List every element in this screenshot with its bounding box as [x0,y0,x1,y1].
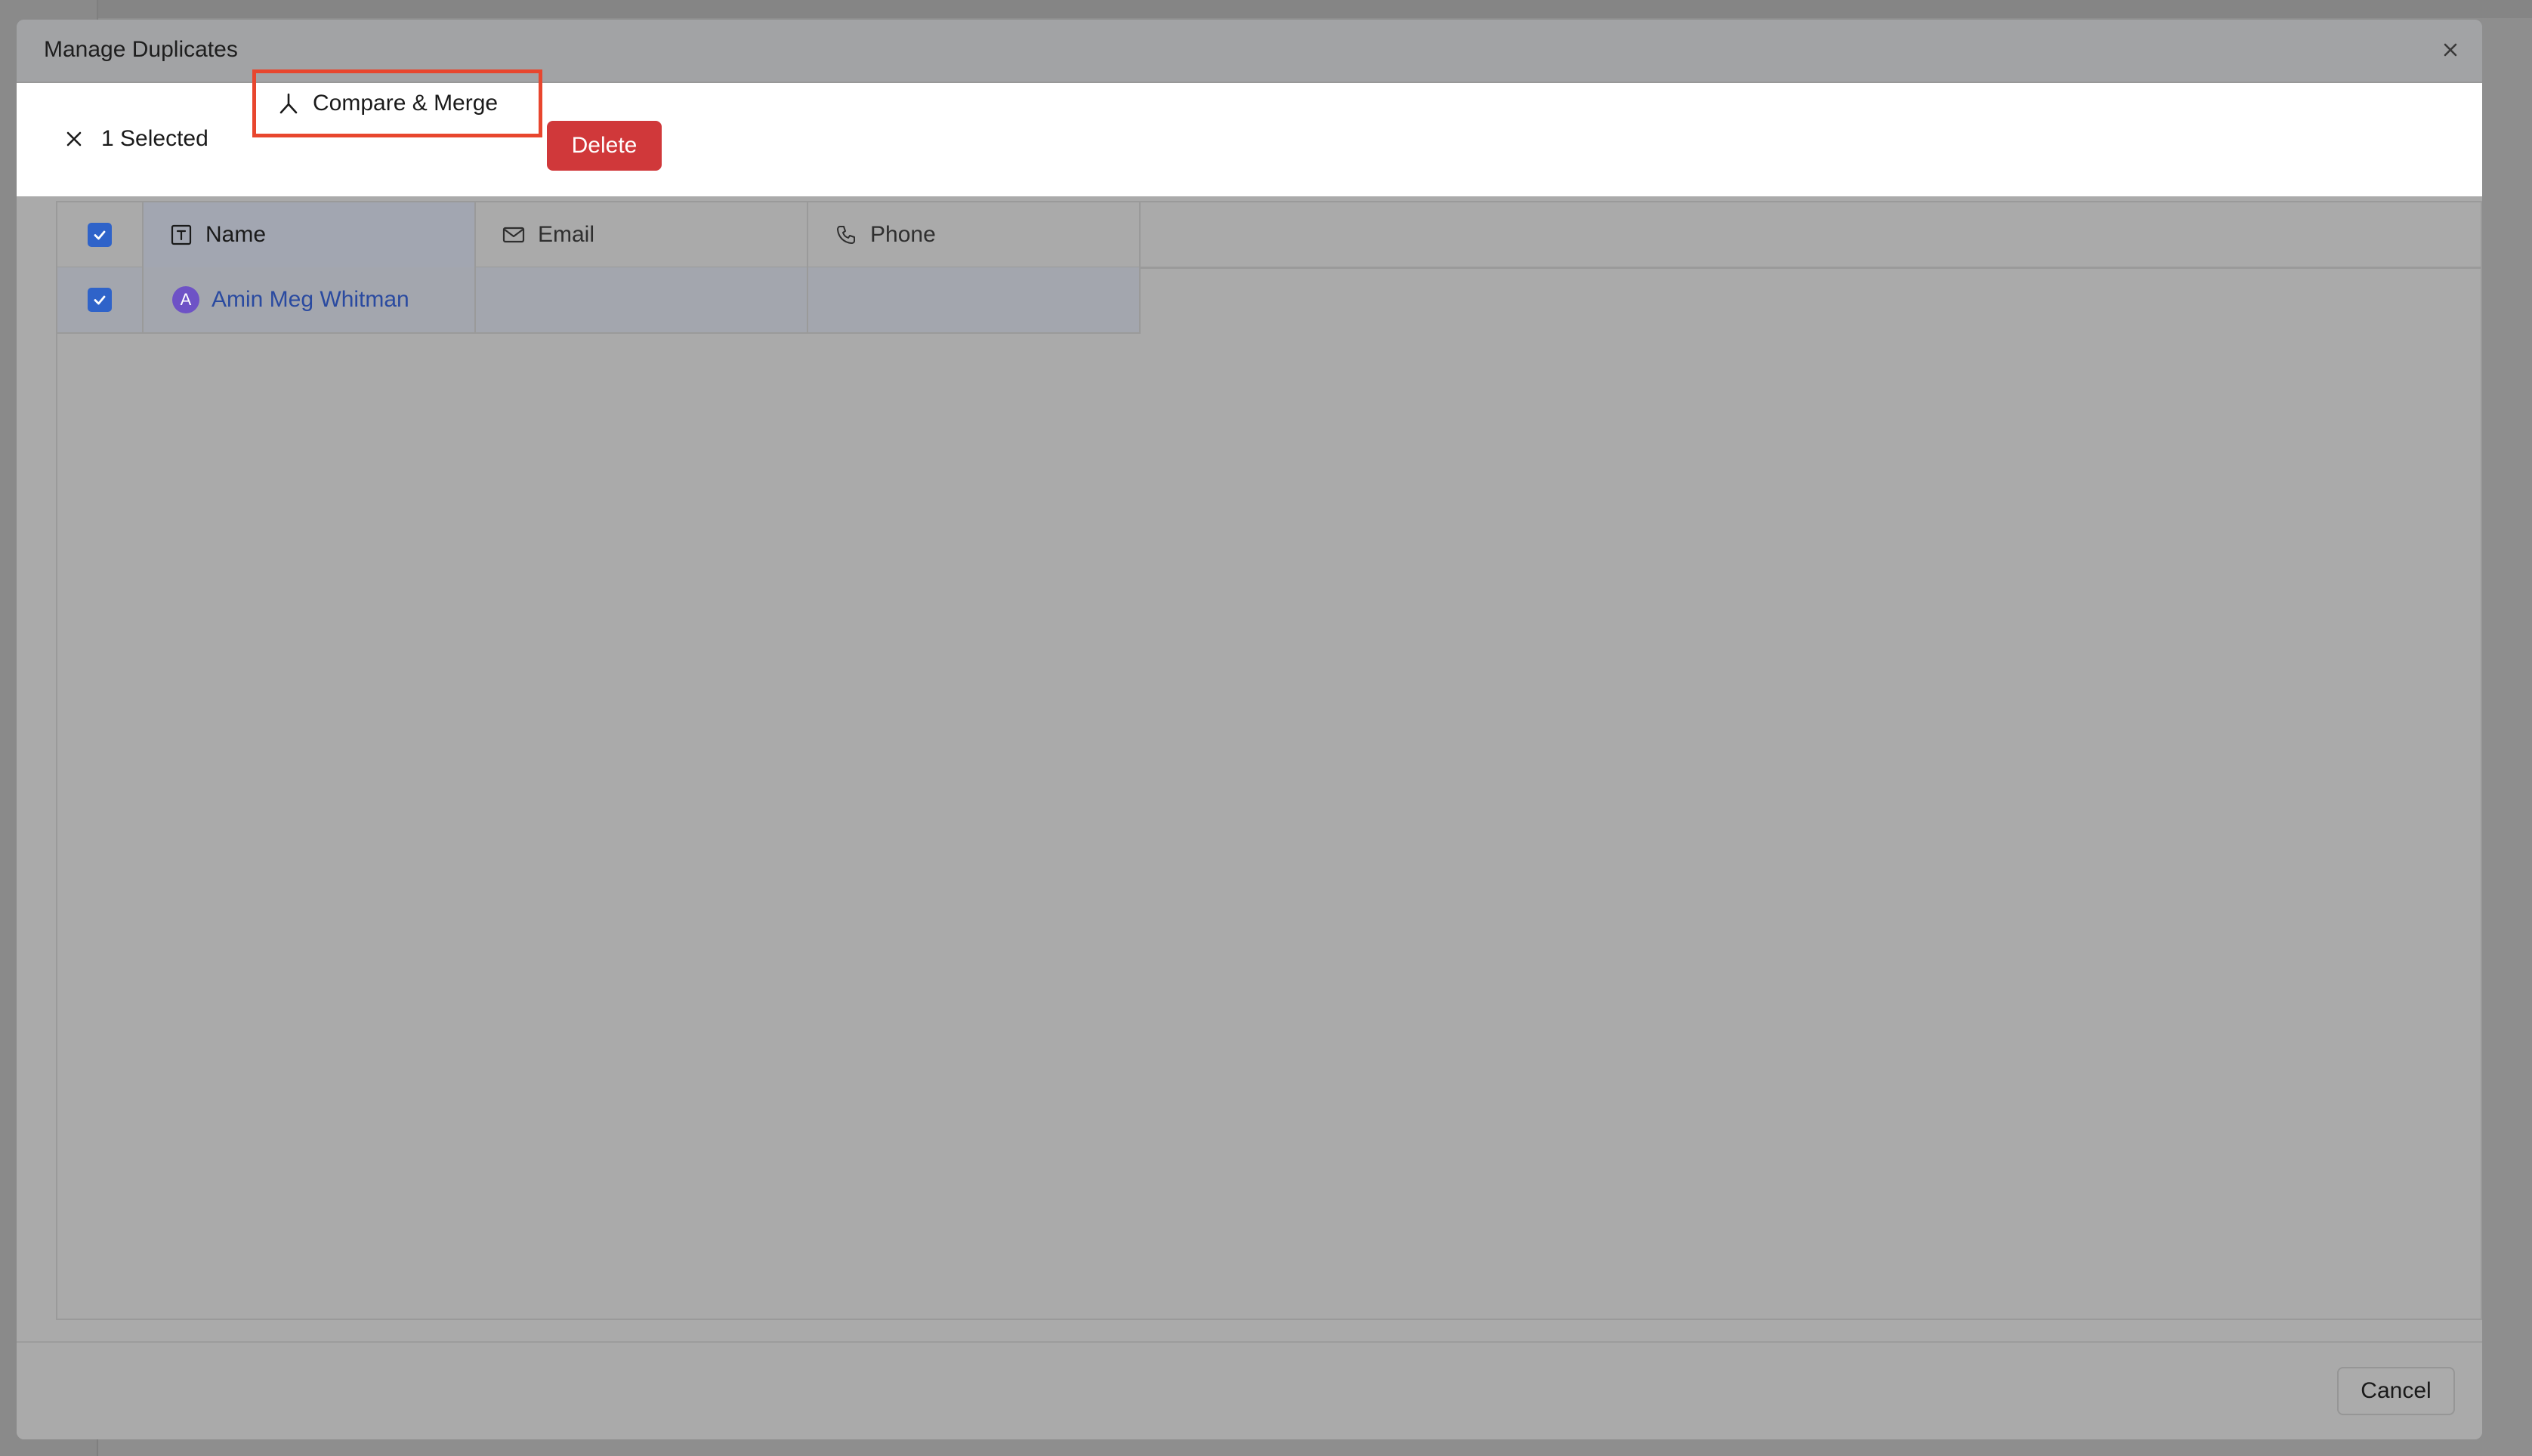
selection-count: 1 Selected [101,126,208,151]
header-select-all-cell [57,202,144,267]
compare-merge-button[interactable]: Compare & Merge [266,79,511,128]
cell-phone [808,267,1141,332]
compare-merge-label: Compare & Merge [313,91,499,116]
text-field-icon [169,223,193,247]
cell-email [476,267,808,332]
merge-icon [275,90,302,117]
close-icon[interactable] [2434,33,2467,66]
x-icon[interactable] [60,125,88,153]
delete-button[interactable]: Delete [547,121,662,171]
modal-footer: Cancel [17,1341,2482,1439]
cancel-button[interactable]: Cancel [2337,1367,2455,1415]
cell-name: A Amin Meg Whitman [144,267,476,332]
column-header-phone[interactable]: Phone [808,202,1141,267]
backdrop-header [0,0,2532,18]
record-name-link[interactable]: Amin Meg Whitman [212,287,409,313]
column-header-name[interactable]: Name [144,202,476,267]
column-label-email: Email [538,222,595,247]
table-row[interactable]: A Amin Meg Whitman [57,267,1141,334]
duplicates-table: Name Email Phone A Amin Meg Whitman [56,201,2482,1320]
phone-icon [834,223,858,247]
column-header-email[interactable]: Email [476,202,808,267]
deselect-button[interactable]: 1 Selected [60,116,208,162]
avatar: A [172,286,199,313]
row-select-cell [57,267,144,332]
table-header: Name Email Phone [57,202,2481,269]
select-all-checkbox[interactable] [88,223,112,247]
manage-duplicates-modal: Manage Duplicates 1 Selected Compare & M… [17,20,2482,1439]
column-label-phone: Phone [870,222,936,247]
mail-icon [502,223,526,247]
row-checkbox[interactable] [88,288,112,312]
modal-title: Manage Duplicates [44,37,238,62]
column-label-name: Name [205,222,267,247]
